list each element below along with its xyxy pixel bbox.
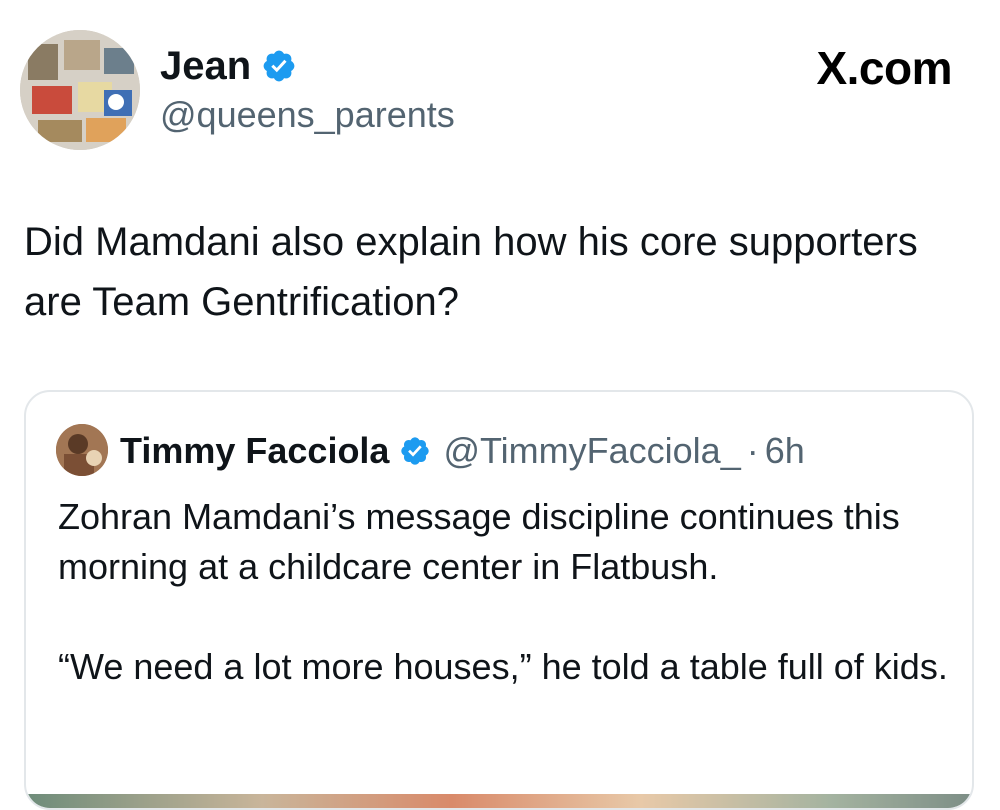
quoted-tweet-timestamp[interactable]: 6h bbox=[765, 428, 805, 474]
quoted-tweet-text: Zohran Mamdani’s message discipline cont… bbox=[58, 492, 948, 692]
verified-badge-icon bbox=[261, 48, 297, 84]
quoted-tweet-paragraph: “We need a lot more houses,” he told a t… bbox=[58, 646, 948, 687]
author-name-row: Jean bbox=[160, 40, 297, 92]
quoted-author-handle[interactable]: @TimmyFacciola_ bbox=[443, 428, 740, 474]
quoted-author-avatar[interactable] bbox=[56, 424, 108, 476]
quoted-tweet-header: Timmy Facciola @TimmyFacciola_ · 6h bbox=[120, 428, 805, 474]
author-handle[interactable]: @queens_parents bbox=[160, 92, 455, 138]
verified-badge-icon bbox=[399, 435, 431, 467]
separator-dot: · bbox=[746, 430, 759, 471]
quoted-tweet-paragraph: Zohran Mamdani’s message discipline cont… bbox=[58, 496, 900, 587]
quoted-author-name[interactable]: Timmy Facciola bbox=[120, 428, 389, 474]
quoted-tweet-media-preview[interactable] bbox=[26, 794, 972, 808]
x-logo: X.com bbox=[816, 42, 952, 94]
tweet-text: Did Mamdani also explain how his core su… bbox=[24, 220, 918, 324]
quoted-tweet-card[interactable]: Timmy Facciola @TimmyFacciola_ · 6h Zohr… bbox=[24, 390, 974, 810]
author-avatar[interactable] bbox=[20, 30, 140, 150]
author-display-name[interactable]: Jean bbox=[160, 40, 251, 92]
author-avatar-image bbox=[20, 30, 140, 150]
quoted-author-avatar-image bbox=[56, 424, 108, 476]
